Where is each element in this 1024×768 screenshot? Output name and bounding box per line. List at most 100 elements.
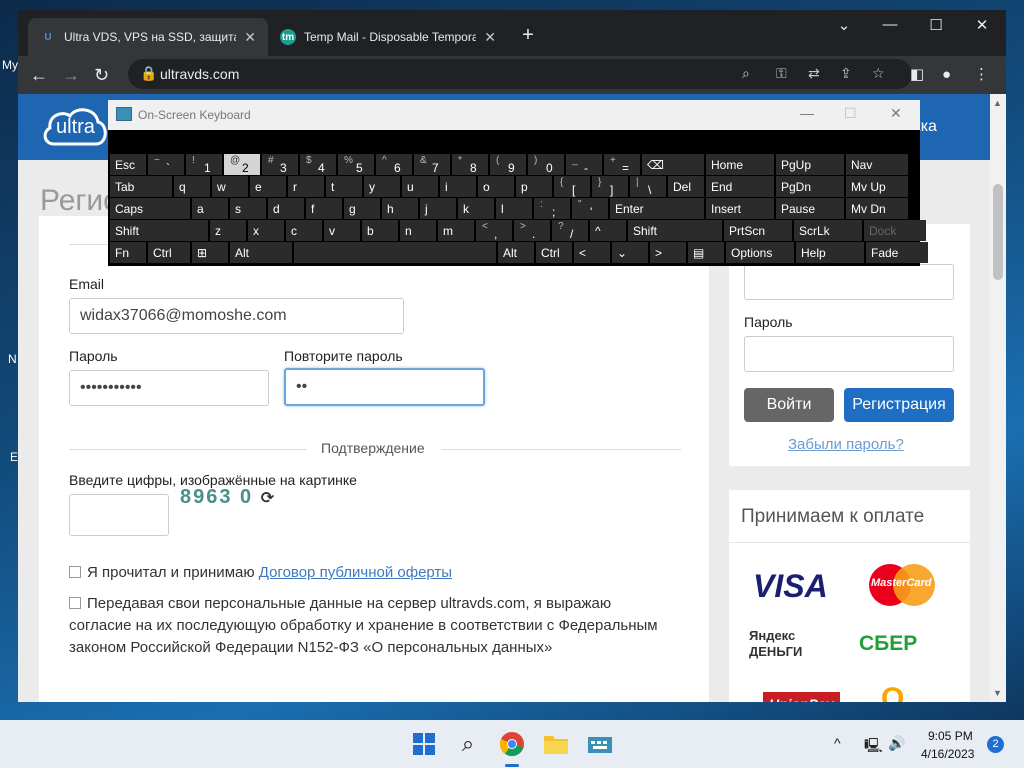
refresh-icon[interactable]: ⟳ [261,490,276,507]
osk-key[interactable]: $4 [300,154,336,175]
clock-date[interactable]: 4/16/2023 [921,747,974,761]
osk-key[interactable]: ScrLk [794,220,862,241]
osk-key[interactable]: >. [514,220,550,241]
scroll-thumb[interactable] [993,184,1003,280]
osk-key[interactable]: Shift [110,220,208,241]
key-icon[interactable]: ⚿ [776,65,787,82]
minimize-button[interactable]: — [870,16,910,33]
osk-key[interactable]: i [440,176,476,197]
osk-key[interactable]: Enter [610,198,704,219]
osk-key[interactable]: w [212,176,248,197]
osk-key[interactable]: Del [668,176,704,197]
osk-key[interactable]: r [288,176,324,197]
menu-icon[interactable]: ⋮ [974,65,989,85]
osk-key[interactable]: #3 [262,154,298,175]
osk-key[interactable]: Nav [846,154,908,175]
osk-key[interactable]: z [210,220,246,241]
osk-key[interactable]: End [706,176,774,197]
osk-key[interactable]: :; [534,198,570,219]
osk-key[interactable]: Insert [706,198,774,219]
tab-search-dropdown-icon[interactable]: ⌄ [824,16,864,34]
osk-key[interactable]: a [192,198,228,219]
osk-key[interactable]: j [420,198,456,219]
osk-key[interactable]: | \ [630,176,666,197]
osk-key[interactable]: <, [476,220,512,241]
tab-close-icon[interactable]: ✕ [484,29,496,46]
maximize-button[interactable]: ☐ [916,16,956,34]
osk-key[interactable]: Caps [110,198,190,219]
consent-checkbox[interactable] [69,597,81,609]
sidebar-icon[interactable]: ◧ [910,65,924,85]
file-explorer-icon[interactable] [542,730,570,758]
search-icon[interactable]: ⌕ [742,65,750,82]
keyboard-minimize-button[interactable]: — [800,105,814,121]
osk-key[interactable]: + = [604,154,640,175]
tab-close-icon[interactable]: ✕ [244,29,256,46]
osk-key[interactable]: @2 [224,154,260,175]
osk-key[interactable]: g [344,198,380,219]
osk-key[interactable]: e [250,176,286,197]
osk-key[interactable]: Tab [110,176,172,197]
login-email-field[interactable] [744,264,954,300]
password-field[interactable]: ••••••••••• [69,370,269,406]
osk-key[interactable]: {[ [554,176,590,197]
reload-icon[interactable]: ↻ [94,65,109,85]
osk-key[interactable]: ^ [590,220,626,241]
osk-key[interactable]: t [326,176,362,197]
chrome-icon[interactable] [498,730,526,758]
osk-key[interactable]: ⌄ [612,242,648,263]
osk-key[interactable]: ^ 6 [376,154,412,175]
lock-icon[interactable]: 🔒 [140,65,157,82]
translate-icon[interactable]: ⇄ [808,65,820,82]
osk-key[interactable]: _ - [566,154,602,175]
osk-key[interactable]: o [478,176,514,197]
osk-key[interactable]: < [574,242,610,263]
osk-key[interactable]: ~ ` [148,154,184,175]
back-icon[interactable]: ← [30,65,48,85]
osk-key[interactable]: & 7 [414,154,450,175]
osk-key[interactable]: Ctrl [148,242,190,263]
profile-icon[interactable]: ● [942,65,951,85]
osk-key[interactable]: ) 0 [528,154,564,175]
osk-key[interactable]: Shift [628,220,722,241]
osk-key[interactable]: y [364,176,400,197]
desktop-icon-label[interactable]: My [2,58,18,72]
osk-key[interactable]: > [650,242,686,263]
osk-key[interactable]: q [174,176,210,197]
keyboard-close-button[interactable]: ✕ [890,105,902,122]
osk-key[interactable]: n [400,220,436,241]
forward-icon[interactable]: → [62,65,80,85]
osk-key[interactable]: Home [706,154,774,175]
osk-key[interactable]: Fn [110,242,146,263]
osk-key[interactable]: Help [796,242,864,263]
offer-link[interactable]: Договор публичной оферты [259,564,452,581]
osk-key[interactable]: s [230,198,266,219]
email-field[interactable]: widax37066@momoshe.com [69,298,404,334]
osk-key[interactable]: }] [592,176,628,197]
keyboard-maximize-button[interactable]: ☐ [844,105,857,122]
osk-key[interactable]: % 5 [338,154,374,175]
osk-key[interactable]: PgUp [776,154,844,175]
repeat-password-field[interactable]: •• [284,368,485,406]
osk-key[interactable]: h [382,198,418,219]
notification-badge[interactable]: 2 [987,736,1004,753]
osk-key[interactable]: u [402,176,438,197]
scroll-down-icon[interactable]: ▼ [993,688,1002,698]
osk-key[interactable]: (9 [490,154,526,175]
clock-time[interactable]: 9:05 PM [928,729,973,743]
osk-key[interactable]: Alt [498,242,534,263]
osk-key[interactable]: k [458,198,494,219]
osk-key[interactable]: ⌫ [642,154,704,175]
osk-key[interactable]: l [496,198,532,219]
osk-key[interactable]: b [362,220,398,241]
tab-ultravds[interactable]: U Ultra VDS, VPS на SSD, защита о ✕ [28,18,268,56]
osk-key[interactable]: ⊞ [192,242,228,263]
offer-checkbox[interactable] [69,566,81,578]
osk-key[interactable]: " ' [572,198,608,219]
captcha-input[interactable] [69,494,169,536]
forgot-password-link[interactable]: Забыли пароль? [788,436,904,453]
osk-key[interactable]: Ctrl [536,242,572,263]
close-button[interactable]: ✕ [962,16,1002,34]
osk-key[interactable]: Mv Up [846,176,908,197]
tab-tempmail[interactable]: tm Temp Mail - Disposable Tempora ✕ [268,18,508,56]
